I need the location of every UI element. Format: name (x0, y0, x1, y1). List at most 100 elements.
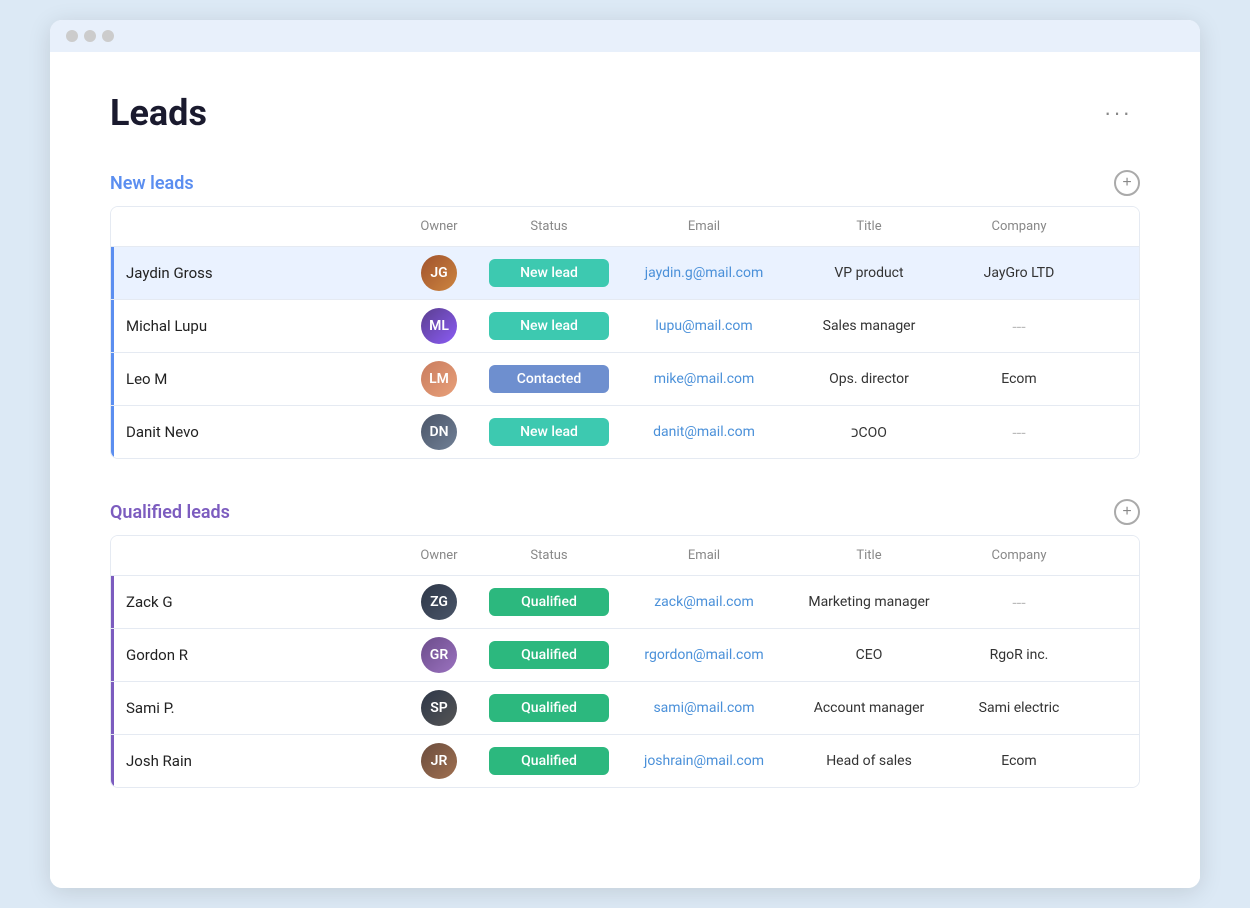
page-header: Leads ··· (110, 92, 1140, 134)
qualified-leads-rows: Zack G ZG Qualified zack@mail.com Market… (111, 576, 1139, 787)
table-row[interactable]: Jaydin Gross JG New lead jaydin.g@mail.c… (111, 247, 1139, 300)
status-badge: Contacted (489, 365, 609, 393)
new-leads-section: New leads + Owner Status Email Title Com… (110, 170, 1140, 459)
browser-dot-yellow (84, 30, 96, 42)
table-row[interactable]: Michal Lupu ML New lead lupu@mail.com Sa… (111, 300, 1139, 353)
row-company: Ecom (949, 363, 1089, 395)
row-company: Ecom (949, 745, 1089, 777)
avatar: GR (421, 637, 457, 673)
row-status: New lead (479, 410, 619, 454)
col-email: Email (619, 213, 789, 240)
row-owner: SP (399, 682, 479, 734)
table-row[interactable]: Josh Rain JR Qualified joshrain@mail.com… (111, 735, 1139, 787)
avatar: SP (421, 690, 457, 726)
row-action (1089, 647, 1139, 663)
table-row[interactable]: Sami P. SP Qualified sami@mail.com Accou… (111, 682, 1139, 735)
row-name: Josh Rain (111, 735, 399, 787)
row-email: lupu@mail.com (619, 310, 789, 342)
row-status: Qualified (479, 686, 619, 730)
status-badge: New lead (489, 259, 609, 287)
row-company: --- (949, 309, 1089, 344)
status-badge: New lead (489, 312, 609, 340)
row-title: Marketing manager (789, 586, 949, 618)
row-action (1089, 424, 1139, 440)
row-name: Danit Nevo (111, 406, 399, 458)
row-status: Qualified (479, 633, 619, 677)
avatar: ML (421, 308, 457, 344)
row-name: Sami P. (111, 682, 399, 734)
browser-dot-red (66, 30, 78, 42)
add-new-lead-button[interactable]: + (1114, 170, 1140, 196)
status-badge: Qualified (489, 641, 609, 669)
row-name: Leo M (111, 353, 399, 405)
new-leads-title: New leads (110, 173, 194, 194)
col-q-owner: Owner (399, 542, 479, 569)
row-owner: JR (399, 735, 479, 787)
status-badge: Qualified (489, 694, 609, 722)
table-row[interactable]: Danit Nevo DN New lead danit@mail.com כC… (111, 406, 1139, 458)
qualified-leads-table: Owner Status Email Title Company Zack G … (110, 535, 1140, 788)
row-email: sami@mail.com (619, 692, 789, 724)
content-area: Leads ··· New leads + Owner Status Email… (50, 52, 1200, 888)
row-name: Michal Lupu (111, 300, 399, 352)
table-row[interactable]: Gordon R GR Qualified rgordon@mail.com C… (111, 629, 1139, 682)
row-email: danit@mail.com (619, 416, 789, 448)
row-email: rgordon@mail.com (619, 639, 789, 671)
row-action (1089, 700, 1139, 716)
table-row[interactable]: Zack G ZG Qualified zack@mail.com Market… (111, 576, 1139, 629)
row-action (1089, 318, 1139, 334)
row-name: Gordon R (111, 629, 399, 681)
row-status: New lead (479, 304, 619, 348)
row-company: RgoR inc. (949, 639, 1089, 671)
avatar: LM (421, 361, 457, 397)
qualified-leads-col-headers: Owner Status Email Title Company (111, 536, 1139, 576)
row-email: mike@mail.com (619, 363, 789, 395)
row-action (1089, 594, 1139, 610)
row-owner: ZG (399, 576, 479, 628)
qualified-leads-section: Qualified leads + Owner Status Email Tit… (110, 499, 1140, 788)
row-company: --- (949, 585, 1089, 620)
row-company: --- (949, 415, 1089, 450)
row-action (1089, 753, 1139, 769)
row-status: Qualified (479, 739, 619, 783)
col-q-email: Email (619, 542, 789, 569)
col-owner: Owner (399, 213, 479, 240)
row-action (1089, 265, 1139, 281)
row-name: Jaydin Gross (111, 247, 399, 299)
status-badge: New lead (489, 418, 609, 446)
row-title: כCOO (789, 416, 949, 449)
row-company: Sami electric (949, 692, 1089, 724)
row-title: Head of sales (789, 745, 949, 777)
row-title: VP product (789, 257, 949, 289)
col-q-name (111, 542, 399, 569)
browser-dot-green (102, 30, 114, 42)
avatar: ZG (421, 584, 457, 620)
row-email: jaydin.g@mail.com (619, 257, 789, 289)
row-title: CEO (789, 639, 949, 671)
col-q-status: Status (479, 542, 619, 569)
more-options-button[interactable]: ··· (1096, 96, 1140, 130)
col-status: Status (479, 213, 619, 240)
row-owner: JG (399, 247, 479, 299)
row-status: Qualified (479, 580, 619, 624)
row-status: Contacted (479, 357, 619, 401)
add-qualified-lead-button[interactable]: + (1114, 499, 1140, 525)
row-email: joshrain@mail.com (619, 745, 789, 777)
row-owner: ML (399, 300, 479, 352)
status-badge: Qualified (489, 588, 609, 616)
row-email: zack@mail.com (619, 586, 789, 618)
avatar: DN (421, 414, 457, 450)
col-title: Title (789, 213, 949, 240)
col-q-action (1089, 542, 1139, 569)
row-action (1089, 371, 1139, 387)
table-row[interactable]: Leo M LM Contacted mike@mail.com Ops. di… (111, 353, 1139, 406)
row-status: New lead (479, 251, 619, 295)
row-owner: DN (399, 406, 479, 458)
new-leads-header-row: New leads + (110, 170, 1140, 196)
col-q-title: Title (789, 542, 949, 569)
row-title: Account manager (789, 692, 949, 724)
avatar: JG (421, 255, 457, 291)
row-title: Ops. director (789, 363, 949, 395)
row-company: JayGro LTD (949, 257, 1089, 289)
col-company: Company (949, 213, 1089, 240)
